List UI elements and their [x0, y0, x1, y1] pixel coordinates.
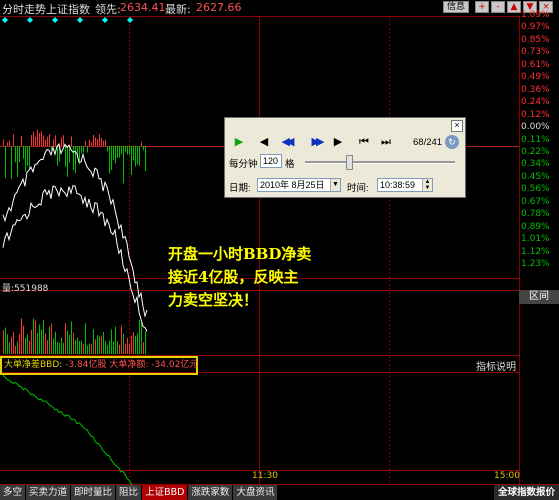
latest-value: 2627.66 [196, 1, 242, 14]
date-label: 日期: [229, 183, 251, 194]
percent-tick-label: 0.24% [521, 97, 550, 108]
zoom-in-button[interactable]: + [475, 1, 489, 13]
volume-bars [3, 318, 146, 354]
percent-tick-label: 1.09% [521, 10, 550, 20]
bbd-bars [3, 129, 146, 184]
per-minute-label: 每分钟 [229, 159, 258, 170]
percent-axis: 1.09% 0.97% 0.85% 0.73% 0.61% 0.49% 0.36% 0.24%… [519, 0, 559, 290]
tab-advance-decline[interactable]: 涨跌家数 [188, 485, 234, 500]
date-value: 2010年 8月25日 [260, 180, 325, 190]
net-amount-label: 大单净额: [109, 360, 149, 370]
volume-readout: 量:551988 [2, 281, 48, 294]
percent-tick-label: 0.11% [521, 134, 550, 145]
event-marker-icon [102, 17, 108, 23]
go-start-icon[interactable]: ⏮ [355, 135, 373, 149]
annotation-line: 接近4亿股，反映主 [168, 268, 299, 286]
lead-value: 2634.41 [120, 1, 166, 14]
event-marker-icon [52, 17, 58, 23]
speed-slider-track[interactable] [305, 161, 455, 164]
tab-buy-sell-power[interactable]: 买卖力道 [26, 485, 72, 500]
time-label: 时间: [347, 183, 369, 194]
percent-tick-label: 0.85% [521, 34, 550, 45]
range-button[interactable]: 区间 [519, 290, 559, 304]
tab-volume-ratio[interactable]: 即时量比 [71, 485, 117, 500]
tab-duokong[interactable]: 多空 [0, 485, 27, 500]
dialog-close-icon[interactable]: × [451, 120, 463, 132]
lead-label: 领先: [95, 3, 121, 16]
playback-counter: 68/241 [413, 137, 443, 148]
bbd-cumulative-line [2, 374, 147, 500]
spinner-icon[interactable]: ▲ ▼ [422, 179, 432, 191]
percent-tick-label: 0.89% [521, 221, 550, 232]
annotation-line: 力卖空坚决！ [168, 291, 259, 309]
global-index-quotes-button[interactable]: 全球指数报价 [493, 485, 559, 500]
index-name: 上证指数 [46, 3, 90, 16]
percent-tick-label: 0.78% [521, 209, 550, 220]
tab-resistance-ratio[interactable]: 阻比 [116, 485, 143, 500]
percent-tick-label: 1.23% [521, 259, 550, 269]
play-icon[interactable]: ▶ [230, 135, 248, 149]
step-back-icon[interactable]: ◀ [255, 135, 273, 149]
date-picker[interactable]: 2010年 8月25日 ▼ [257, 178, 341, 192]
info-button[interactable]: 信息 [443, 1, 469, 13]
per-minute-unit: 格 [285, 159, 295, 170]
percent-tick-label: 0.22% [521, 146, 550, 157]
event-marker-icon [127, 17, 133, 23]
percent-tick-label: 0.97% [521, 22, 550, 33]
playback-dialog: × ▶ ◀ ◀◀ ▶▶ ▶ ⏮ ⏭ 68/241 ↻ 每分钟 120 格 日期:… [224, 117, 466, 198]
event-marker-icon [2, 17, 8, 23]
percent-tick-label: 0.12% [521, 109, 550, 120]
bbd-value: -3.84亿股 [65, 360, 107, 370]
time-label-midday: 11:30 [252, 471, 278, 481]
bbd-indicator-legend: 大单净差BBD: -3.84亿股 大单净额: -34.02亿元 [0, 356, 198, 375]
cyan-markers [2, 17, 133, 23]
tab-shanghai-bbd[interactable]: 上证BBD [142, 485, 189, 500]
percent-tick-label: 0.00% [521, 122, 550, 133]
zoom-out-button[interactable]: - [491, 1, 505, 13]
fast-forward-icon[interactable]: ▶▶ [307, 135, 325, 149]
dropdown-arrow-icon[interactable]: ▼ [330, 179, 340, 191]
indicator-help-link[interactable]: 指标说明 [476, 358, 516, 373]
step-forward-icon[interactable]: ▶ [329, 135, 347, 149]
annotation-line: 开盘一小时BBD净卖 [168, 245, 312, 263]
percent-tick-label: 0.49% [521, 72, 550, 83]
percent-tick-label: 1.12% [521, 246, 550, 257]
percent-tick-label: 0.73% [521, 47, 550, 58]
percent-tick-label: 0.36% [521, 84, 550, 95]
bbd-label: 大单净差BBD: [4, 360, 63, 370]
time-input[interactable]: 10:38:59 ▲ ▼ [377, 178, 433, 192]
go-end-icon[interactable]: ⏭ [377, 135, 395, 149]
tab-market-news[interactable]: 大盘资讯 [233, 485, 279, 500]
annotation-text: 开盘一小时BBD净卖 接近4亿股，反映主 力卖空坚决！ [168, 243, 348, 312]
event-marker-icon [27, 17, 33, 23]
price-line-b [2, 184, 148, 332]
refresh-icon[interactable]: ↻ [445, 135, 459, 149]
panel-title: 分时走势 [2, 3, 46, 16]
percent-tick-label: 0.67% [521, 196, 550, 207]
volume-value: 551988 [14, 284, 49, 294]
latest-label: 最新: [165, 3, 191, 16]
percent-tick-label: 0.45% [521, 171, 550, 182]
volume-label: 量: [2, 284, 15, 294]
rewind-icon[interactable]: ◀◀ [277, 135, 295, 149]
speed-slider-thumb[interactable] [346, 155, 353, 170]
time-label-close: 15:00 [494, 471, 520, 481]
bottom-tab-bar: 多空 买卖力道 即时量比 阻比 上证BBD 涨跌家数 大盘资讯 全球指数报价 [0, 485, 559, 500]
time-value: 10:38:59 [380, 180, 416, 190]
percent-tick-label: 0.34% [521, 159, 550, 170]
percent-tick-label: 0.61% [521, 59, 550, 70]
percent-tick-label: 1.01% [521, 234, 550, 245]
net-amount-value: -34.02亿元 [151, 360, 199, 370]
percent-tick-label: 0.56% [521, 184, 550, 195]
event-marker-icon [77, 17, 83, 23]
per-minute-input[interactable]: 120 [260, 154, 282, 168]
